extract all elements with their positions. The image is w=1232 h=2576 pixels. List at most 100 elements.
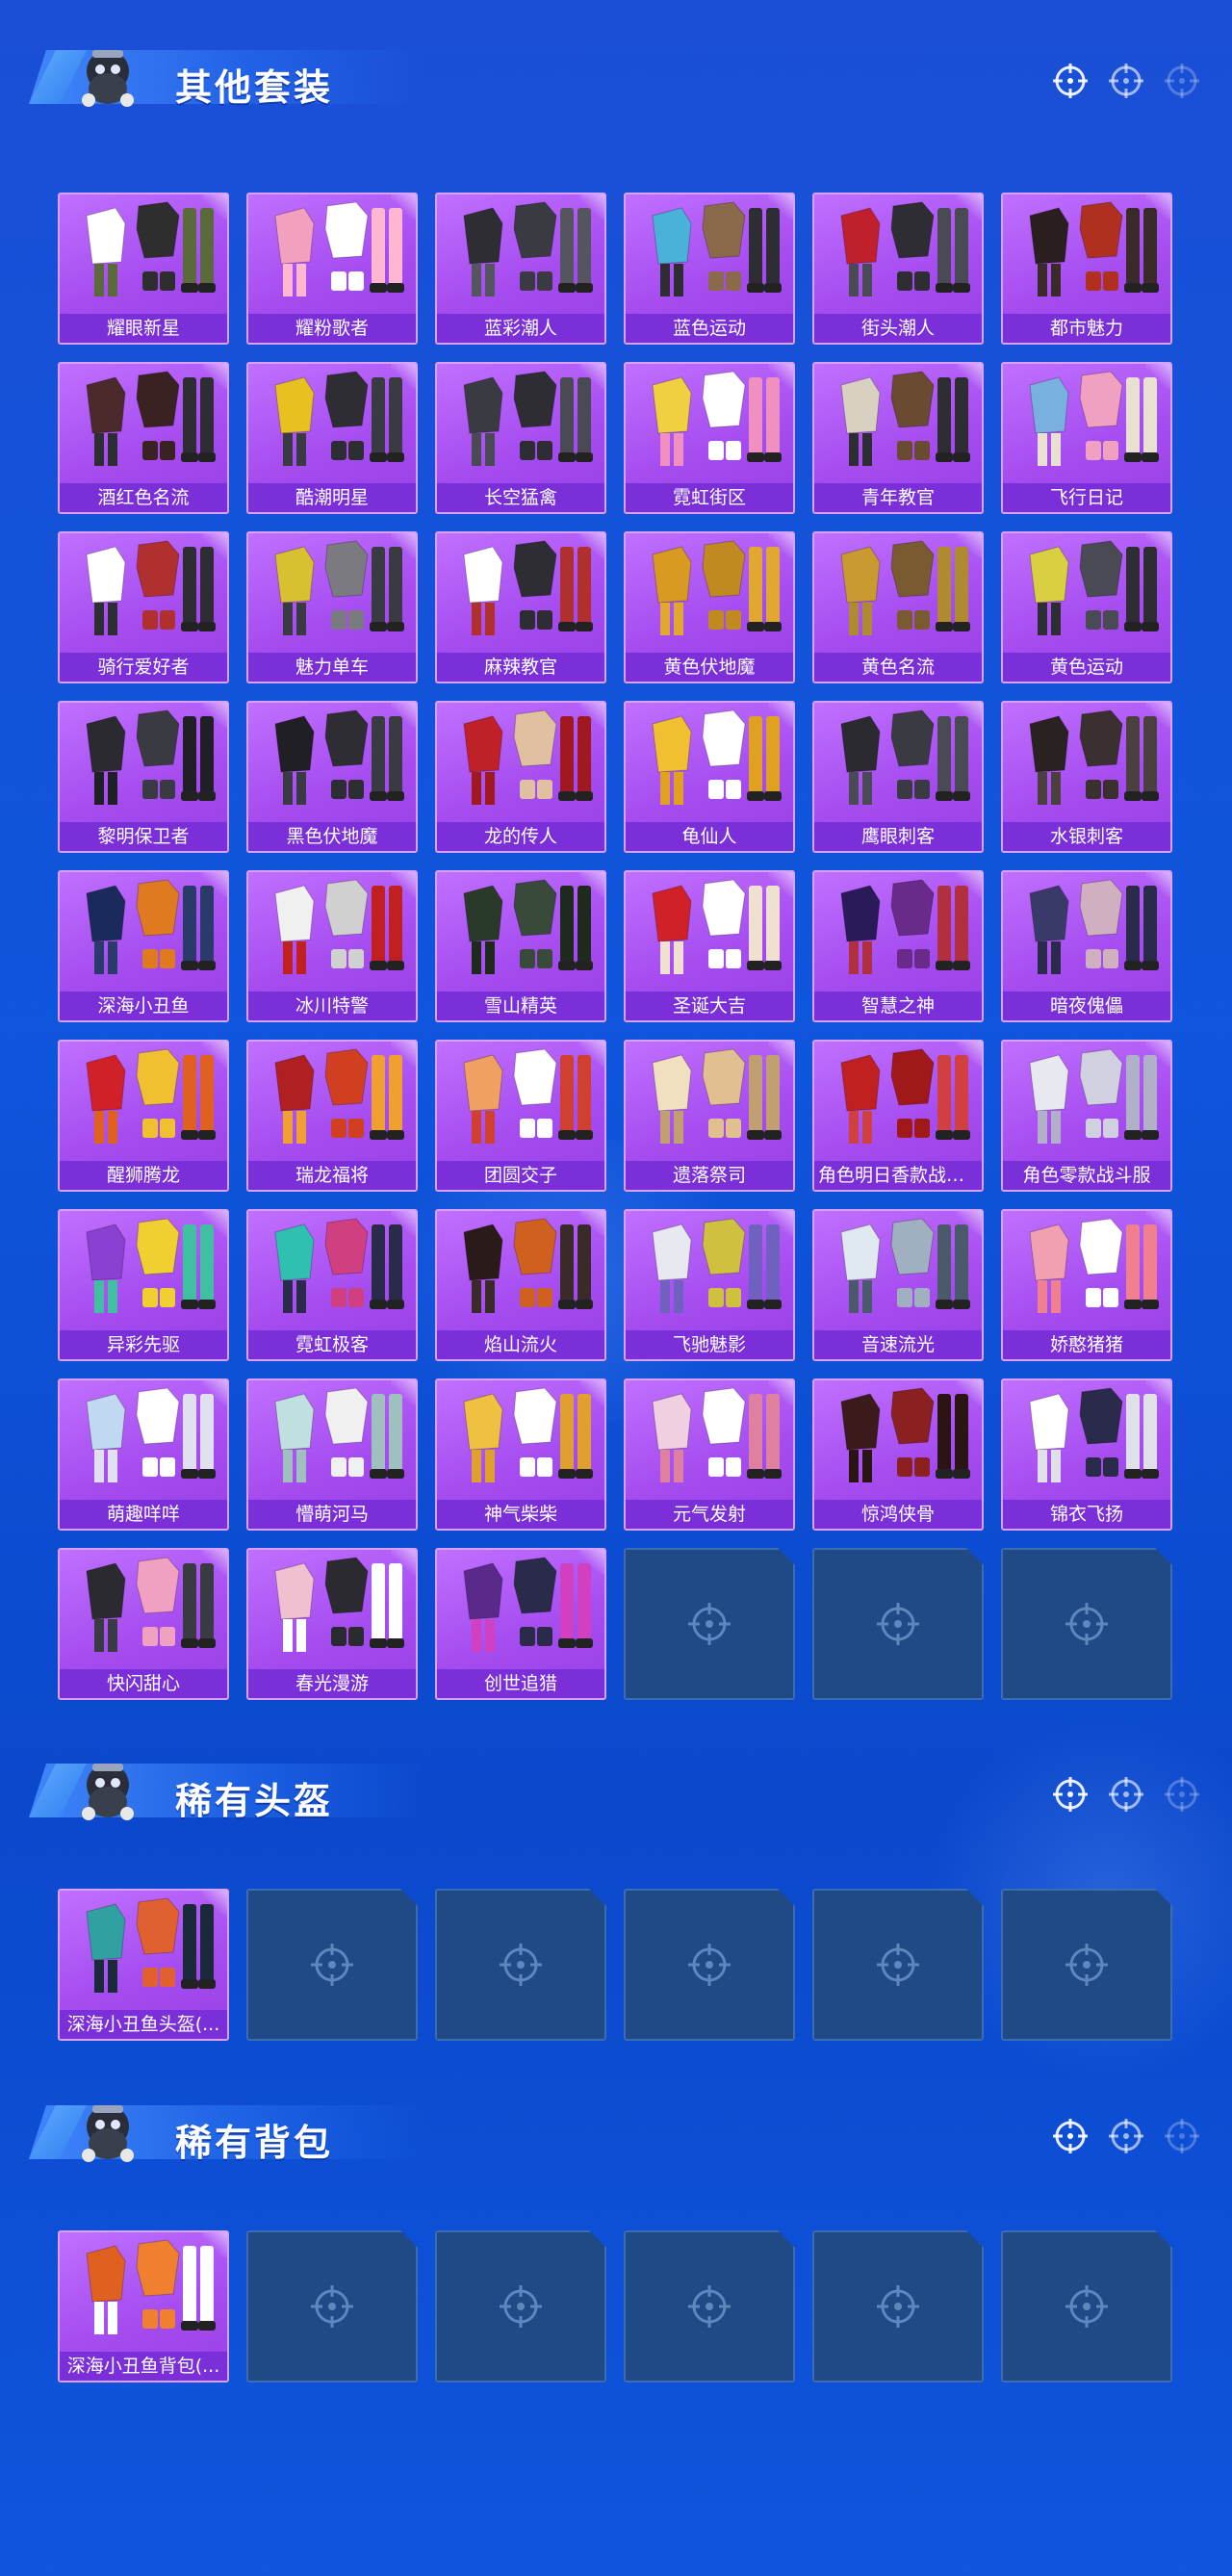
item-label: 锦衣飞扬 [1003,1500,1170,1529]
item-card[interactable]: 焰山流火 [435,1209,606,1361]
item-card[interactable]: 耀眼新星 [58,193,229,345]
item-card[interactable]: 飞驰魅影 [624,1209,795,1361]
item-card[interactable]: 青年教官 [812,362,984,514]
item-card[interactable]: 惊鸿侠骨 [812,1378,984,1531]
item-card[interactable]: 创世追猎 [435,1548,606,1700]
item-card[interactable]: 麻辣教官 [435,531,606,683]
outfit-thumbnail [1029,371,1159,466]
section-other-outfits: 其他套装 耀眼新星 耀粉歌者 蓝彩潮人 蓝色运动 街头潮人 都市魅力 酒红色名流 酷潮明星 长空… [0,29,1232,1700]
item-card[interactable]: 智慧之神 [812,870,984,1022]
section-rare-backpacks: 稀有背包 深海小丑鱼背包(... [0,2084,1232,2383]
item-label: 骑行爱好者 [60,653,227,682]
item-card[interactable]: 蓝色运动 [624,193,795,345]
outfit-thumbnail [86,2239,216,2334]
item-card[interactable]: 龟仙人 [624,701,795,853]
item-card[interactable]: 元气发射 [624,1378,795,1531]
item-card[interactable]: 春光漫游 [246,1548,418,1700]
crosshair-icon [1109,1777,1143,1812]
outfit-thumbnail [1029,1387,1159,1482]
empty-slot [435,1889,606,2041]
crosshair-icon [1165,1777,1199,1812]
item-card[interactable]: 飞行日记 [1001,362,1172,514]
item-label: 龙的传人 [437,822,604,851]
item-card[interactable]: 黄色运动 [1001,531,1172,683]
item-card[interactable]: 长空猛禽 [435,362,606,514]
item-card[interactable]: 快闪甜心 [58,1548,229,1700]
section-title: 稀有背包 [175,2122,334,2164]
item-card[interactable]: 遗落祭司 [624,1040,795,1192]
outfit-thumbnail [274,1557,404,1652]
item-card[interactable]: 萌趣咩咩 [58,1378,229,1531]
item-label: 蓝色运动 [626,314,793,343]
item-card[interactable]: 娇憨猪猪 [1001,1209,1172,1361]
item-card[interactable]: 龙的传人 [435,701,606,853]
item-label: 耀粉歌者 [248,314,416,343]
item-card[interactable]: 懵萌河马 [246,1378,418,1531]
item-card[interactable]: 蓝彩潮人 [435,193,606,345]
item-card[interactable]: 耀粉歌者 [246,193,418,345]
item-card[interactable]: 黎明保卫者 [58,701,229,853]
item-label: 飞行日记 [1003,483,1170,512]
crosshair-placeholder-icon [309,2283,355,2330]
item-grid: 深海小丑鱼头盔(... [58,1889,1172,2041]
item-label: 创世追猎 [437,1669,604,1698]
item-card[interactable]: 都市魅力 [1001,193,1172,345]
item-card[interactable]: 霓虹街区 [624,362,795,514]
item-card[interactable]: 骑行爱好者 [58,531,229,683]
item-card[interactable]: 水银刺客 [1001,701,1172,853]
item-card[interactable]: 雪山精英 [435,870,606,1022]
empty-slot [1001,2230,1172,2383]
item-label: 元气发射 [626,1500,793,1529]
empty-slot [812,1889,984,2041]
item-label: 酷潮明星 [248,483,416,512]
item-card[interactable]: 神气柴柴 [435,1378,606,1531]
item-card[interactable]: 音速流光 [812,1209,984,1361]
outfit-thumbnail [1029,1048,1159,1144]
item-card[interactable]: 角色明日香款战斗服 [812,1040,984,1192]
outfit-thumbnail [463,709,593,805]
item-card[interactable]: 街头潮人 [812,193,984,345]
item-card[interactable]: 魅力单车 [246,531,418,683]
item-card[interactable]: 深海小丑鱼 [58,870,229,1022]
item-card[interactable]: 醒狮腾龙 [58,1040,229,1192]
outfit-thumbnail [840,709,970,805]
item-label: 暗夜傀儡 [1003,992,1170,1020]
item-card[interactable]: 异彩先驱 [58,1209,229,1361]
empty-slot [246,2230,418,2383]
outfit-thumbnail [86,1048,216,1144]
item-label: 麻辣教官 [437,653,604,682]
section-header: 稀有背包 [0,2084,1232,2171]
crosshair-placeholder-icon [686,1942,732,1988]
item-card[interactable]: 角色零款战斗服 [1001,1040,1172,1192]
outfit-thumbnail [652,371,782,466]
outfit-thumbnail [274,1048,404,1144]
crosshair-icon [1165,2119,1199,2153]
outfit-thumbnail [1029,1218,1159,1313]
item-label: 耀眼新星 [60,314,227,343]
item-card[interactable]: 深海小丑鱼背包(... [58,2230,229,2383]
item-card[interactable]: 鹰眼刺客 [812,701,984,853]
crosshair-placeholder-icon [1064,1601,1110,1647]
item-card[interactable]: 黑色伏地魔 [246,701,418,853]
item-card[interactable]: 霓虹极客 [246,1209,418,1361]
item-card[interactable]: 冰川特警 [246,870,418,1022]
item-card[interactable]: 圣诞大吉 [624,870,795,1022]
item-card[interactable]: 黄色名流 [812,531,984,683]
item-label: 神气柴柴 [437,1500,604,1529]
item-card[interactable]: 黄色伏地魔 [624,531,795,683]
item-card[interactable]: 酒红色名流 [58,362,229,514]
item-card[interactable]: 暗夜傀儡 [1001,870,1172,1022]
item-card[interactable]: 瑞龙福将 [246,1040,418,1192]
item-label: 冰川特警 [248,992,416,1020]
outfit-thumbnail [840,1387,970,1482]
item-card[interactable]: 锦衣飞扬 [1001,1378,1172,1531]
item-label: 圣诞大吉 [626,992,793,1020]
item-card[interactable]: 深海小丑鱼头盔(... [58,1889,229,2041]
item-card[interactable]: 酷潮明星 [246,362,418,514]
item-label: 角色明日香款战斗服 [814,1161,982,1190]
item-card[interactable]: 团圆交子 [435,1040,606,1192]
outfit-thumbnail [840,371,970,466]
section-rare-helmets: 稀有头盔 深海小丑鱼头盔(... [0,1742,1232,2041]
crosshair-icon [1109,64,1143,98]
outfit-thumbnail [86,1557,216,1652]
